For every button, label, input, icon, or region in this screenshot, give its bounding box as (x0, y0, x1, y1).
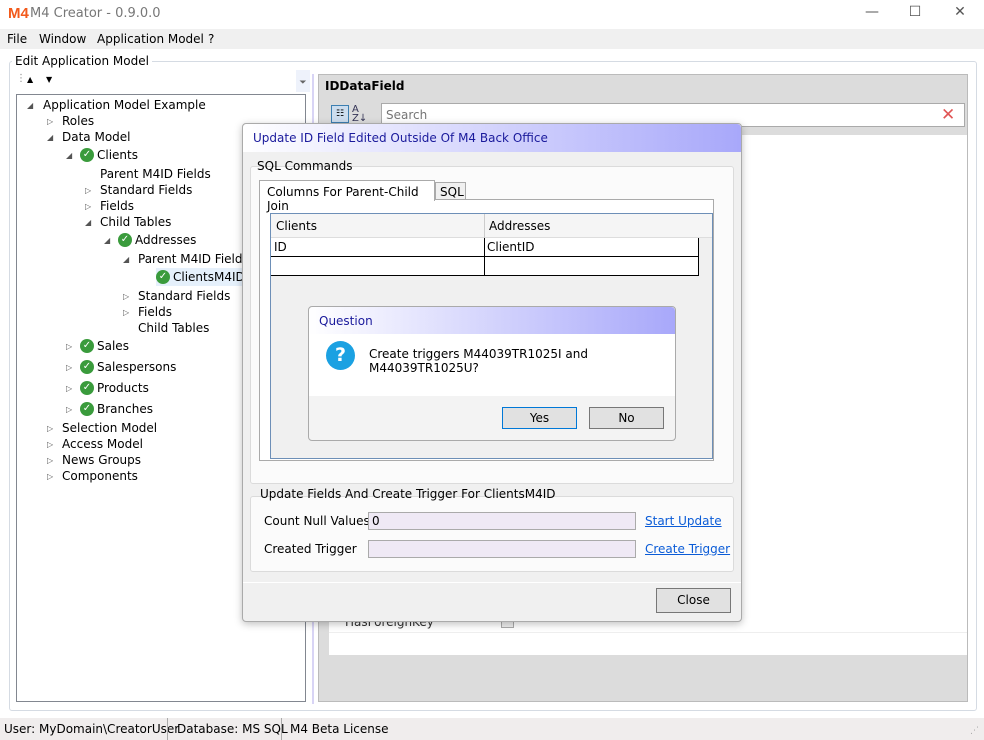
question-message: Create triggers M44039TR1025I and M44039… (369, 347, 588, 375)
table-row[interactable] (271, 257, 699, 276)
update-fields-group (250, 496, 734, 572)
tree-node-label[interactable]: Standard Fields (138, 289, 230, 303)
cell-addresses[interactable]: ClientID (487, 240, 535, 254)
count-null-values-label: Count Null Values (264, 514, 370, 528)
move-up-button[interactable]: ▲ (27, 75, 33, 84)
menu-file[interactable]: File (7, 32, 27, 46)
tree-node-label[interactable]: Child Tables (100, 215, 171, 229)
collapse-arrow-icon[interactable]: ◢ (66, 151, 72, 160)
collapse-arrow-icon[interactable]: ◢ (104, 236, 110, 245)
tree-node-label[interactable]: Selection Model (62, 421, 157, 435)
tree-node-label[interactable]: Parent M4ID Fields (100, 167, 211, 181)
tree-node-label[interactable]: Roles (62, 114, 94, 128)
status-user: User: MyDomain\CreatorUser (4, 722, 180, 736)
dialog-title: Update ID Field Edited Outside Of M4 Bac… (243, 124, 741, 152)
expand-arrow-icon[interactable]: ▷ (123, 308, 129, 317)
collapse-arrow-icon[interactable]: ◢ (85, 218, 91, 227)
yes-button[interactable]: Yes (502, 407, 577, 429)
expand-arrow-icon[interactable]: ▷ (47, 117, 53, 126)
property-grid-title: IDDataField (325, 79, 405, 93)
tree-node-label[interactable]: Parent M4ID Fields (138, 252, 249, 266)
question-title: Question (309, 307, 675, 334)
tree-node-label[interactable]: Clients (97, 148, 138, 162)
question-dialog: Question ? Create triggers M44039TR1025I… (308, 306, 676, 441)
group-label: Edit Application Model (12, 54, 152, 68)
expand-arrow-icon[interactable]: ▷ (85, 186, 91, 195)
toolbar-overflow-icon[interactable]: ⏷ (296, 70, 310, 92)
expand-arrow-icon[interactable]: ▷ (66, 384, 72, 393)
check-status-icon: ✓ (80, 402, 94, 416)
count-null-values-field[interactable]: 0 (368, 512, 636, 530)
expand-arrow-icon[interactable]: ▷ (66, 363, 72, 372)
update-fields-label: Update Fields And Create Trigger For Cli… (260, 487, 556, 501)
tree-node-label[interactable]: Sales (97, 339, 129, 353)
tree-node-label[interactable]: Salespersons (97, 360, 176, 374)
categorized-view-icon[interactable]: ☷ (331, 105, 349, 123)
tree-node-label[interactable]: Addresses (135, 233, 196, 247)
column-header-clients[interactable]: Clients (276, 219, 317, 233)
resize-grip-icon[interactable]: ⋰ (970, 726, 979, 736)
collapse-arrow-icon[interactable]: ◢ (47, 133, 53, 142)
tree-node-label[interactable]: Products (97, 381, 149, 395)
tree-node-label[interactable]: Child Tables (138, 321, 209, 335)
toolbar-grip-icon: ⋮ (16, 73, 26, 84)
tab-sql[interactable]: SQL (435, 182, 466, 200)
column-header-addresses[interactable]: Addresses (489, 219, 550, 233)
menu-help[interactable]: ? (208, 32, 214, 46)
expand-arrow-icon[interactable]: ▷ (47, 440, 53, 449)
check-status-icon: ✓ (80, 148, 94, 162)
question-icon: ? (326, 341, 355, 370)
window-title: M4 Creator - 0.9.0.0 (30, 6, 161, 21)
tree-node-label[interactable]: Components (62, 469, 138, 483)
tree-node-label[interactable]: News Groups (62, 453, 141, 467)
create-trigger-link[interactable]: Create Trigger (645, 542, 730, 556)
tree-node-label[interactable]: ClientsM4ID (173, 270, 245, 284)
sql-commands-label: SQL Commands (257, 159, 353, 173)
close-dialog-button[interactable]: Close (656, 588, 731, 613)
check-status-icon: ✓ (80, 381, 94, 395)
start-update-link[interactable]: Start Update (645, 514, 722, 528)
check-status-icon: ✓ (80, 339, 94, 353)
close-button[interactable]: ✕ (950, 4, 970, 24)
title-bar: M4 M4 Creator - 0.9.0.0 — ☐ ✕ (0, 0, 984, 28)
tree-node-label[interactable]: Standard Fields (100, 183, 192, 197)
collapse-arrow-icon[interactable]: ◢ (123, 255, 129, 264)
created-trigger-field[interactable] (368, 540, 636, 558)
tree-node-label[interactable]: Fields (138, 305, 172, 319)
cell-clients[interactable]: ID (274, 240, 287, 254)
minimize-button[interactable]: — (862, 4, 882, 24)
tab-columns-for-parent-child-join[interactable]: Columns For Parent-Child Join (259, 180, 435, 213)
created-trigger-label: Created Trigger (264, 542, 357, 556)
menu-application-model[interactable]: Application Model (97, 32, 204, 46)
check-status-icon: ✓ (156, 270, 170, 284)
expand-arrow-icon[interactable]: ▷ (47, 424, 53, 433)
expand-arrow-icon[interactable]: ▷ (123, 292, 129, 301)
clear-search-icon[interactable]: ✕ (941, 105, 955, 125)
no-button[interactable]: No (589, 407, 664, 429)
menu-window[interactable]: Window (39, 32, 86, 46)
expand-arrow-icon[interactable]: ▷ (47, 472, 53, 481)
status-database: Database: MS SQL (177, 722, 288, 736)
expand-arrow-icon[interactable]: ▷ (66, 342, 72, 351)
tree-node-label[interactable]: Branches (97, 402, 153, 416)
table-row[interactable]: ID ClientID (271, 238, 699, 257)
app-logo: M4 (8, 5, 29, 22)
move-down-button[interactable]: ▼ (46, 75, 52, 84)
tree-node-label[interactable]: Application Model Example (43, 98, 206, 112)
check-status-icon: ✓ (118, 233, 132, 247)
expand-arrow-icon[interactable]: ▷ (85, 202, 91, 211)
expand-arrow-icon[interactable]: ▷ (66, 405, 72, 414)
tree-node-label[interactable]: Data Model (62, 130, 131, 144)
menu-bar: File Window Application Model ? (0, 29, 984, 49)
maximize-button[interactable]: ☐ (905, 4, 925, 24)
sort-alphabetical-icon[interactable]: A Z↓ (352, 105, 367, 124)
check-status-icon: ✓ (80, 360, 94, 374)
expand-arrow-icon[interactable]: ▷ (47, 456, 53, 465)
status-license: M4 Beta License (290, 722, 389, 736)
collapse-arrow-icon[interactable]: ◢ (27, 101, 33, 110)
status-bar: User: MyDomain\CreatorUser Database: MS … (0, 718, 984, 740)
tree-node-label[interactable]: Access Model (62, 437, 143, 451)
tree-node-label[interactable]: Fields (100, 199, 134, 213)
